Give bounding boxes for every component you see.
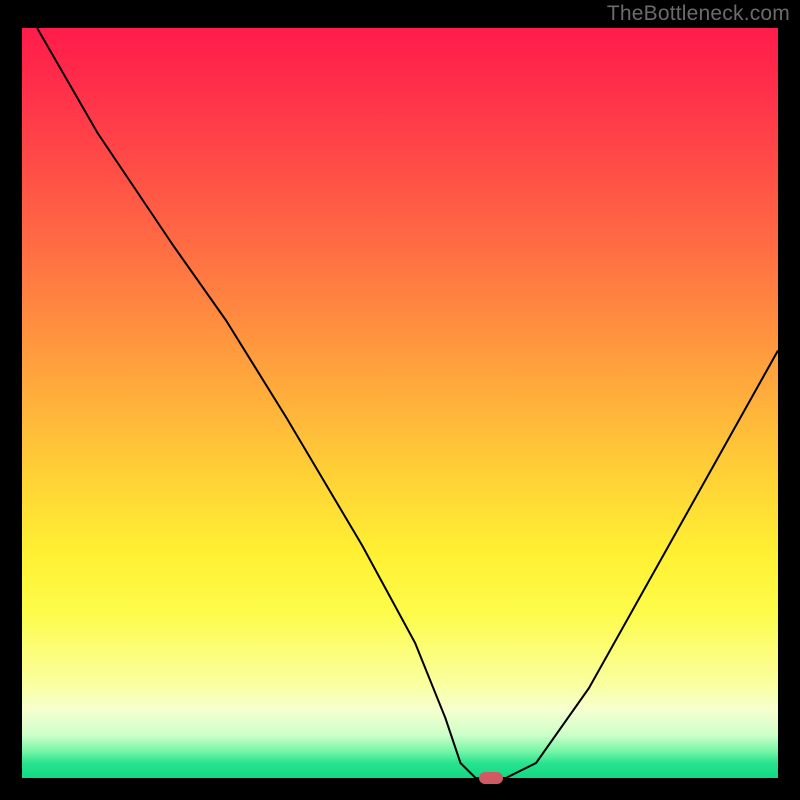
watermark-text: TheBottleneck.com bbox=[607, 2, 790, 26]
chart-container: TheBottleneck.com bbox=[0, 0, 800, 800]
optimal-point-marker bbox=[479, 772, 503, 784]
bottleneck-curve bbox=[22, 28, 778, 778]
plot-area bbox=[22, 28, 778, 778]
